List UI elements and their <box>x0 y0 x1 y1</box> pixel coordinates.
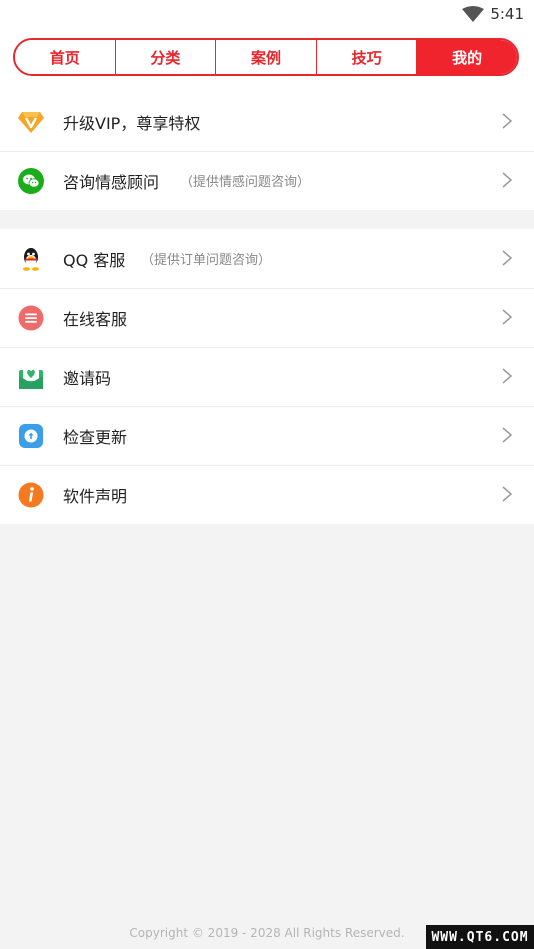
online-service-icon <box>18 305 44 331</box>
tab-mine[interactable]: 我的 <box>417 40 517 74</box>
qq-service-item[interactable]: QQ 客服 （提供订单问题咨询） <box>0 229 534 288</box>
check-update-item[interactable]: 检查更新 <box>0 406 534 465</box>
vip-diamond-icon <box>18 112 44 133</box>
qq-icon <box>23 248 39 271</box>
menu-group-secondary: QQ 客服 （提供订单问题咨询） 在线客服 邀请码 检查更新 软件声明 <box>0 229 534 524</box>
invite-code-icon <box>19 365 43 389</box>
software-statement-label: 软件声明 <box>63 486 128 506</box>
status-time: 5:41 <box>490 5 524 23</box>
qq-service-label: QQ 客服 <box>63 250 126 270</box>
chevron-right-icon <box>502 250 512 266</box>
menu-group-primary: 升级VIP，尊享特权 咨询情感顾问 （提供情感问题咨询） <box>0 92 534 210</box>
tab-tips[interactable]: 技巧 <box>316 40 418 74</box>
top-tab-bar: 首页 分类 案例 技巧 我的 <box>0 30 534 92</box>
upgrade-vip-item[interactable]: 升级VIP，尊享特权 <box>0 92 534 151</box>
online-service-item[interactable]: 在线客服 <box>0 288 534 347</box>
check-update-icon <box>19 424 43 448</box>
chevron-right-icon <box>502 309 512 325</box>
emotion-consultant-hint: （提供情感问题咨询） <box>180 175 311 190</box>
tab-home[interactable]: 首页 <box>15 40 116 74</box>
emotion-consultant-item[interactable]: 咨询情感顾问 （提供情感问题咨询） <box>0 151 534 210</box>
invite-code-item[interactable]: 邀请码 <box>0 347 534 406</box>
wechat-icon <box>18 168 44 194</box>
software-statement-item[interactable]: 软件声明 <box>0 465 534 524</box>
check-update-label: 检查更新 <box>63 427 128 447</box>
segmented-tabs: 首页 分类 案例 技巧 我的 <box>13 38 519 76</box>
tab-category[interactable]: 分类 <box>115 40 217 74</box>
chevron-right-icon <box>502 486 512 502</box>
emotion-consultant-label: 咨询情感顾问 <box>63 172 160 192</box>
tab-cases[interactable]: 案例 <box>216 40 317 74</box>
info-icon <box>18 482 44 508</box>
qq-service-hint: （提供订单问题咨询） <box>141 253 272 268</box>
status-bar: 5:41 <box>0 0 534 30</box>
invite-code-label: 邀请码 <box>63 368 112 388</box>
chevron-right-icon <box>502 113 512 129</box>
online-service-label: 在线客服 <box>63 309 128 329</box>
watermark: WWW.QT6.COM <box>426 925 534 949</box>
chevron-right-icon <box>502 368 512 384</box>
chevron-right-icon <box>502 172 512 188</box>
wifi-icon <box>462 6 484 22</box>
upgrade-vip-label: 升级VIP，尊享特权 <box>63 113 201 133</box>
chevron-right-icon <box>502 427 512 443</box>
